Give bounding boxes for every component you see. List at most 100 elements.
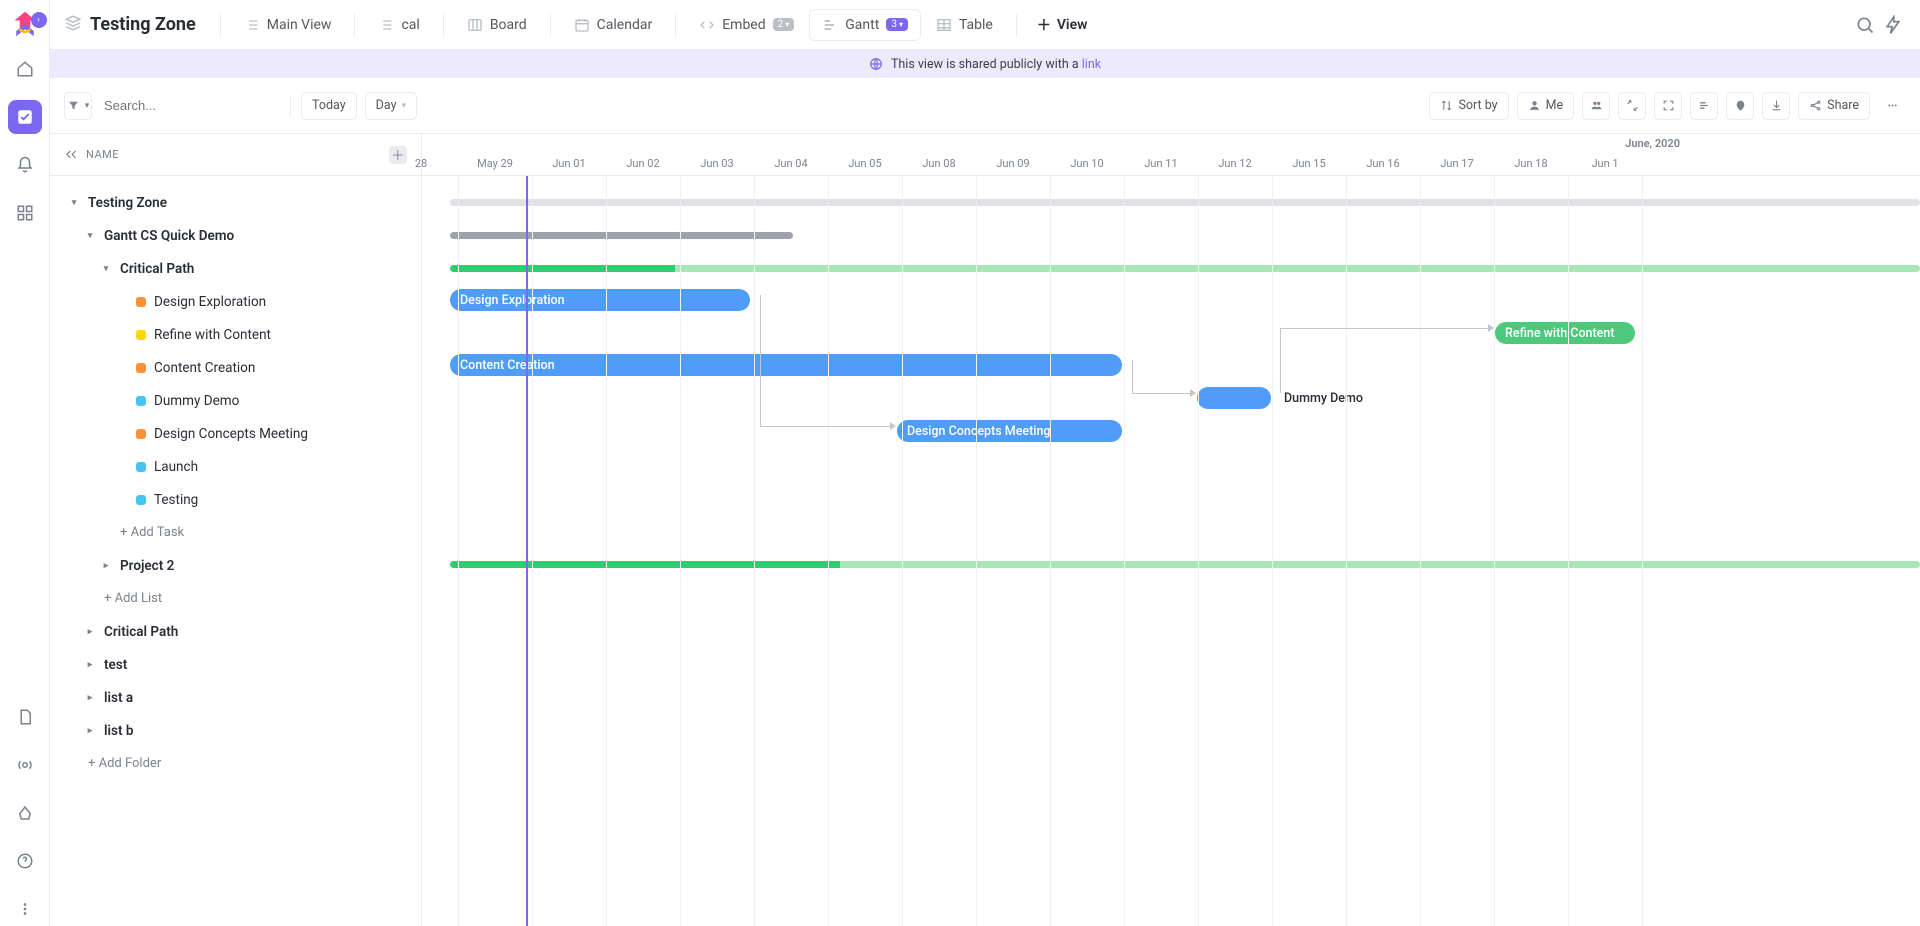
- tree-folder[interactable]: ▸list a: [50, 681, 421, 714]
- gantt-row: [422, 252, 1920, 285]
- fullscreen-button[interactable]: [1654, 92, 1682, 120]
- day-header-cell: Jun 1: [1568, 152, 1642, 175]
- tree-task[interactable]: Design Concepts Meeting: [50, 417, 421, 450]
- dependency-line: [1132, 393, 1190, 394]
- tab-gantt[interactable]: Gantt3▾: [809, 9, 921, 41]
- rail-goals-icon[interactable]: [8, 796, 42, 830]
- tab-calendar[interactable]: Calendar: [561, 9, 666, 41]
- color-button[interactable]: [1726, 92, 1754, 120]
- collapse-button[interactable]: [1618, 92, 1646, 120]
- tree-list[interactable]: ▸Project 2: [50, 549, 421, 582]
- rail-home-icon[interactable]: [8, 52, 42, 86]
- day-header-cell: Jun 03: [680, 152, 754, 175]
- me-button[interactable]: Me: [1517, 92, 1575, 120]
- progress-bar[interactable]: [450, 561, 1920, 568]
- rail-dashboards-icon[interactable]: [8, 196, 42, 230]
- tree-folder[interactable]: ▸Critical Path: [50, 615, 421, 648]
- day-header-cell: Jun 15: [1272, 152, 1346, 175]
- tree-space[interactable]: ▾Testing Zone: [50, 186, 421, 219]
- caret-down-icon: ▾: [84, 231, 96, 241]
- tree-task[interactable]: Dummy Demo: [50, 384, 421, 417]
- expand-sidebar-icon[interactable]: ›: [31, 12, 47, 28]
- month-label: June, 2020: [422, 134, 1920, 152]
- tree-folder[interactable]: ▸list b: [50, 714, 421, 747]
- progress-bar[interactable]: [450, 265, 1920, 272]
- task-bar-meeting[interactable]: Design Concepts Meeting: [897, 420, 1122, 442]
- add-task-link[interactable]: + Add Task: [50, 516, 421, 549]
- search-icon[interactable]: [1852, 12, 1878, 38]
- day-header-cell: Jun 10: [1050, 152, 1124, 175]
- app-logo[interactable]: ›: [11, 10, 39, 38]
- divider: [220, 14, 221, 36]
- rail-docs-icon[interactable]: [8, 700, 42, 734]
- summary-bar[interactable]: [450, 232, 793, 239]
- search-input[interactable]: [100, 92, 280, 120]
- dependency-arrow-icon: [890, 422, 896, 430]
- assignees-button[interactable]: [1582, 92, 1610, 120]
- tree-folder[interactable]: ▸test: [50, 648, 421, 681]
- task-bar-refine[interactable]: Refine with Content: [1495, 322, 1635, 344]
- rail-pulse-icon[interactable]: [8, 748, 42, 782]
- task-bar-design-exploration[interactable]: Design Exploration: [450, 289, 750, 311]
- grid-line: [1494, 176, 1495, 926]
- scale-dropdown[interactable]: Day▾: [365, 92, 417, 120]
- space-icon: [64, 14, 82, 36]
- tree-folder[interactable]: ▾Gantt CS Quick Demo: [50, 219, 421, 252]
- summary-bar[interactable]: [450, 199, 1920, 206]
- filter-button[interactable]: ▾: [64, 92, 92, 120]
- tree-task[interactable]: Launch: [50, 450, 421, 483]
- automation-icon[interactable]: [1880, 12, 1906, 38]
- main-column: Testing Zone Main View cal Board Calenda…: [50, 0, 1920, 926]
- tree-task[interactable]: Content Creation: [50, 351, 421, 384]
- gantt-chart[interactable]: June, 2020 28May 29Jun 01Jun 02Jun 03Jun…: [422, 134, 1920, 926]
- rail-notifications-icon[interactable]: [8, 148, 42, 182]
- dependency-line: [760, 295, 761, 426]
- gantt-body[interactable]: Today Design Explora: [422, 176, 1920, 926]
- rail-help-icon[interactable]: [8, 844, 42, 878]
- tab-cal[interactable]: cal: [365, 9, 432, 41]
- add-list-link[interactable]: + Add List: [50, 582, 421, 615]
- rail-more-icon[interactable]: [8, 892, 42, 926]
- header: Testing Zone Main View cal Board Calenda…: [50, 0, 1920, 50]
- space-title[interactable]: Testing Zone: [64, 14, 196, 36]
- day-header-cell: Jun 04: [754, 152, 828, 175]
- settings-gantt-button[interactable]: [1690, 92, 1718, 120]
- task-bar-dummy[interactable]: [1197, 387, 1271, 409]
- task-label: Dummy Demo: [1284, 391, 1363, 406]
- more-button[interactable]: [1878, 92, 1906, 120]
- gantt-days-row: 28May 29Jun 01Jun 02Jun 03Jun 04Jun 05Ju…: [422, 152, 1920, 175]
- divider: [354, 14, 355, 36]
- dependency-line: [1280, 328, 1488, 329]
- today-button[interactable]: Today: [301, 92, 357, 120]
- rail-tasks-icon[interactable]: [8, 100, 42, 134]
- day-header-cell: 28: [384, 152, 458, 175]
- divider: [1016, 14, 1017, 36]
- add-view-button[interactable]: ＋View: [1027, 9, 1098, 41]
- tree-task[interactable]: Refine with Content: [50, 318, 421, 351]
- task-bar-content-creation[interactable]: Content Creation: [450, 354, 1122, 376]
- share-button[interactable]: Share: [1798, 92, 1870, 120]
- grid-line: [1050, 176, 1051, 926]
- gantt-row: [422, 186, 1920, 219]
- tree-task[interactable]: Design Exploration: [50, 285, 421, 318]
- sidebar-header: NAME ＋: [50, 134, 421, 176]
- day-header-cell: Jun 09: [976, 152, 1050, 175]
- dependency-line: [1280, 328, 1281, 393]
- grid-line: [828, 176, 829, 926]
- download-button[interactable]: [1762, 92, 1790, 120]
- tree-task[interactable]: Testing: [50, 483, 421, 516]
- tab-main-view[interactable]: Main View: [231, 9, 345, 41]
- caret-right-icon: ▸: [84, 660, 96, 670]
- add-folder-link[interactable]: + Add Folder: [50, 747, 421, 780]
- dependency-arrow-icon: [1190, 389, 1196, 397]
- grid-line: [532, 176, 533, 926]
- tab-embed[interactable]: Embed2▾: [686, 9, 807, 41]
- tab-table[interactable]: Table: [923, 9, 1006, 41]
- collapse-icon[interactable]: [64, 148, 78, 162]
- sort-button[interactable]: Sort by: [1429, 92, 1508, 120]
- banner-link[interactable]: link: [1082, 57, 1101, 72]
- embed-icon: [699, 17, 715, 33]
- tree-list[interactable]: ▾Critical Path: [50, 252, 421, 285]
- tab-board[interactable]: Board: [454, 9, 540, 41]
- grid-line: [902, 176, 903, 926]
